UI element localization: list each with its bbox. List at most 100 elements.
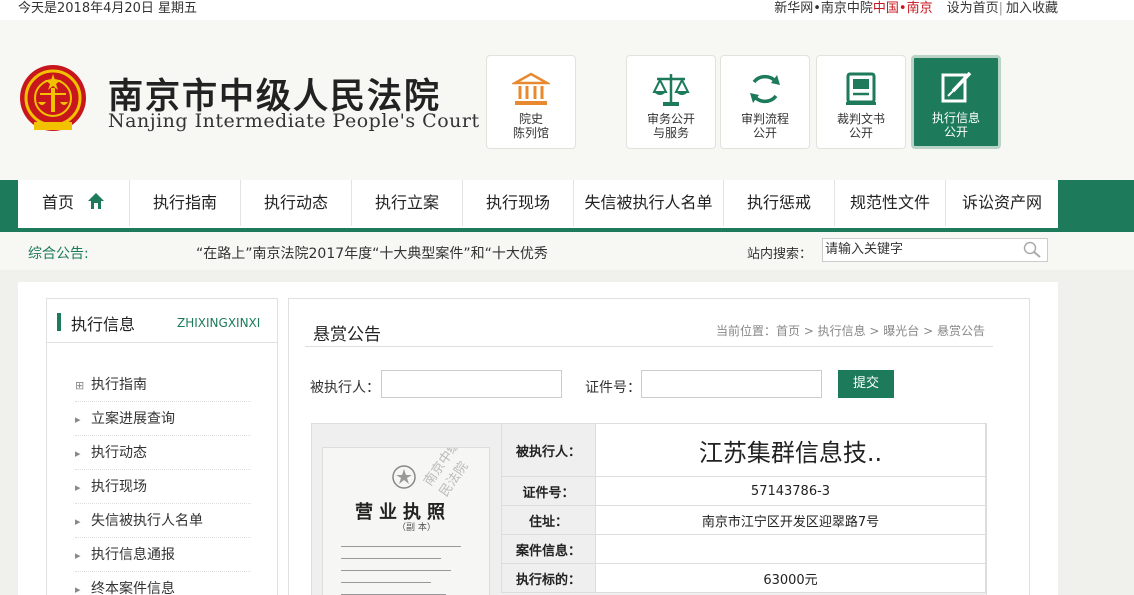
main-nav: 首页 执行指南 执行动态 执行立案 执行现场 失信被执行人名单 执行惩戒 规范性… [0,180,1134,228]
sidebar-item-label: 执行指南 [91,377,147,393]
arrow-icon: ▸ [75,515,81,528]
pen-edit-icon [941,71,972,103]
nav-home-label: 首页 [41,193,74,212]
sidebar-header: 执行信息 ZHIXINGXINXI [47,299,277,343]
court-service-label-1: 审务公开 [646,112,695,126]
site-search-input[interactable]: 请输入关键字 [822,238,1048,262]
table-row: 被执行人： 江苏集群信息技.. [501,423,986,477]
record-key: 被执行人： [501,423,596,477]
id-number-input[interactable] [641,370,822,398]
arrow-icon: ▸ [75,583,81,595]
court-service-label-2: 与服务 [652,126,689,140]
trial-process-label-1: 审判流程 [740,112,789,126]
table-row: 住址： 南京市江宁区开发区迎翠路7号 [501,505,986,535]
set-homepage-link[interactable]: 设为首页 [947,1,999,16]
arrow-icon: ▸ [75,549,81,562]
sidebar-item-label: 立案进展查询 [91,411,175,427]
text-line [341,558,441,559]
executee-label: 被执行人： [310,380,380,396]
home-icon [88,193,105,209]
current-date: 今天是2018年4月20日 星期五 [18,1,198,16]
refresh-cycle-icon [750,74,780,104]
nav-litigation-assets[interactable]: 诉讼资产网 [946,180,1058,226]
record-value [595,534,986,564]
xinhua-link[interactable]: 新华网•南京中院 [774,1,873,16]
arrow-icon: ▸ [75,447,81,460]
court-service-button[interactable]: 审务公开 与服务 [626,55,716,149]
record-key: 证件号： [501,476,596,506]
judgment-docs-label-2: 公开 [848,126,873,140]
nav-exec-filing[interactable]: 执行立案 [352,180,463,226]
table-row: 案件信息： [501,534,986,564]
nav-exec-news[interactable]: 执行动态 [241,180,352,226]
watermark: 南京中级人民法院 [421,447,472,500]
id-number-label: 证件号： [585,380,641,396]
execution-info-label-2: 公开 [943,125,968,139]
sidebar-item-exec-news[interactable]: ▸ 执行动态 [75,436,251,470]
expand-icon: ⊞ [75,379,85,392]
license-subtitle: （副 本） [397,523,436,533]
sidebar-title-en: ZHIXINGXINXI [177,316,261,330]
record-key: 案件信息： [501,534,596,564]
record-key: 执行标的： [501,563,596,593]
executee-input[interactable] [381,370,562,398]
main-title-bar: 悬赏公告 当前位置：首页 > 执行信息 > 曝光台 > 悬赏公告 [305,309,993,347]
nav-exec-punish[interactable]: 执行惩戒 [724,180,835,226]
text-line [341,546,461,547]
site-header: 南京市中级人民法院 Nanjing Intermediate People's … [0,20,1134,180]
sidebar: 执行信息 ZHIXINGXINXI ⊞ 执行指南 ▸ 立案进展查询 ▸ 执行动态 ▸ 执… [46,298,278,595]
trial-process-label-2: 公开 [752,126,777,140]
document-icon [846,72,876,105]
sidebar-item-label: 终本案件信息 [91,581,175,595]
sidebar-item-exec-guide[interactable]: ⊞ 执行指南 [75,368,251,402]
sidebar-item-dishonest-list[interactable]: ▸ 失信被执行人名单 [75,504,251,538]
nav-home[interactable]: 首页 [18,180,130,226]
record-value: 江苏集群信息技.. [595,423,986,477]
table-row: 执行标的： 63000元 [501,563,986,593]
judgment-docs-label-1: 裁判文书 [836,112,885,126]
museum-icon [512,72,550,105]
business-license-photo[interactable]: 营业执照 （副 本） 南京中级人民法院 [322,447,490,595]
top-bar: 今天是2018年4月20日 星期五 新华网•南京中院中国•南京 设为首页| 加入收藏 [0,0,1134,20]
arrow-icon: ▸ [75,481,81,494]
nav-dishonest-list[interactable]: 失信被执行人名单 [574,180,724,226]
sidebar-item-label: 执行现场 [91,479,147,495]
sidebar-title: 执行信息 [71,315,136,334]
sidebar-item-label: 执行信息通报 [91,547,175,563]
scales-icon [652,74,690,106]
divider: | [998,1,1003,16]
add-favorite-link[interactable]: 加入收藏 [1006,1,1058,16]
museum-label-2: 陈列馆 [512,126,549,140]
execution-info-label-1: 执行信息 [931,111,980,125]
page-title: 悬赏公告 [313,325,381,345]
nav-exec-guide[interactable]: 执行指南 [130,180,241,226]
submit-button[interactable]: 提交 [838,370,894,398]
table-row: 证件号： 57143786-3 [501,476,986,506]
announce-text[interactable]: “在路上”南京法院2017年度“十大典型案件”和“十大优秀 [196,243,548,263]
trial-process-button[interactable]: 审判流程 公开 [720,55,810,149]
record-value: 57143786-3 [595,476,986,506]
museum-label-1: 院史 [518,112,543,126]
record-value: 南京市江宁区开发区迎翠路7号 [595,505,986,535]
sidebar-accent [57,313,61,331]
sidebar-item-exec-report[interactable]: ▸ 执行信息通报 [75,538,251,572]
search-icon[interactable] [1022,241,1042,259]
sidebar-item-exec-scene[interactable]: ▸ 执行现场 [75,470,251,504]
sidebar-item-label: 执行动态 [91,445,147,461]
sidebar-item-final-cases[interactable]: ▸ 终本案件信息 [75,572,251,595]
judgment-docs-button[interactable]: 裁判文书 公开 [816,55,906,149]
sidebar-item-case-progress[interactable]: ▸ 立案进展查询 [75,402,251,436]
court-emblem-icon [20,65,86,131]
china-nanjing-link[interactable]: 中国•南京 [873,1,933,16]
court-name-en: Nanjing Intermediate People's Court [108,110,480,132]
record-value: 63000元 [595,563,986,593]
museum-button[interactable]: 院史 陈列馆 [486,55,576,149]
execution-info-button[interactable]: 执行信息 公开 [911,55,1001,149]
top-links: 新华网•南京中院中国•南京 设为首页| 加入收藏 [774,0,1058,17]
announcement-bar: 综合公告: “在路上”南京法院2017年度“十大典型案件”和“十大优秀 站内搜索… [0,232,1134,270]
nav-exec-scene[interactable]: 执行现场 [463,180,574,226]
record-key: 住址： [501,505,596,535]
announce-label: 综合公告: [28,246,89,262]
nav-norm-docs[interactable]: 规范性文件 [835,180,946,226]
record-table: 被执行人： 江苏集群信息技.. 证件号： 57143786-3 住址： 南京市江… [501,423,986,593]
